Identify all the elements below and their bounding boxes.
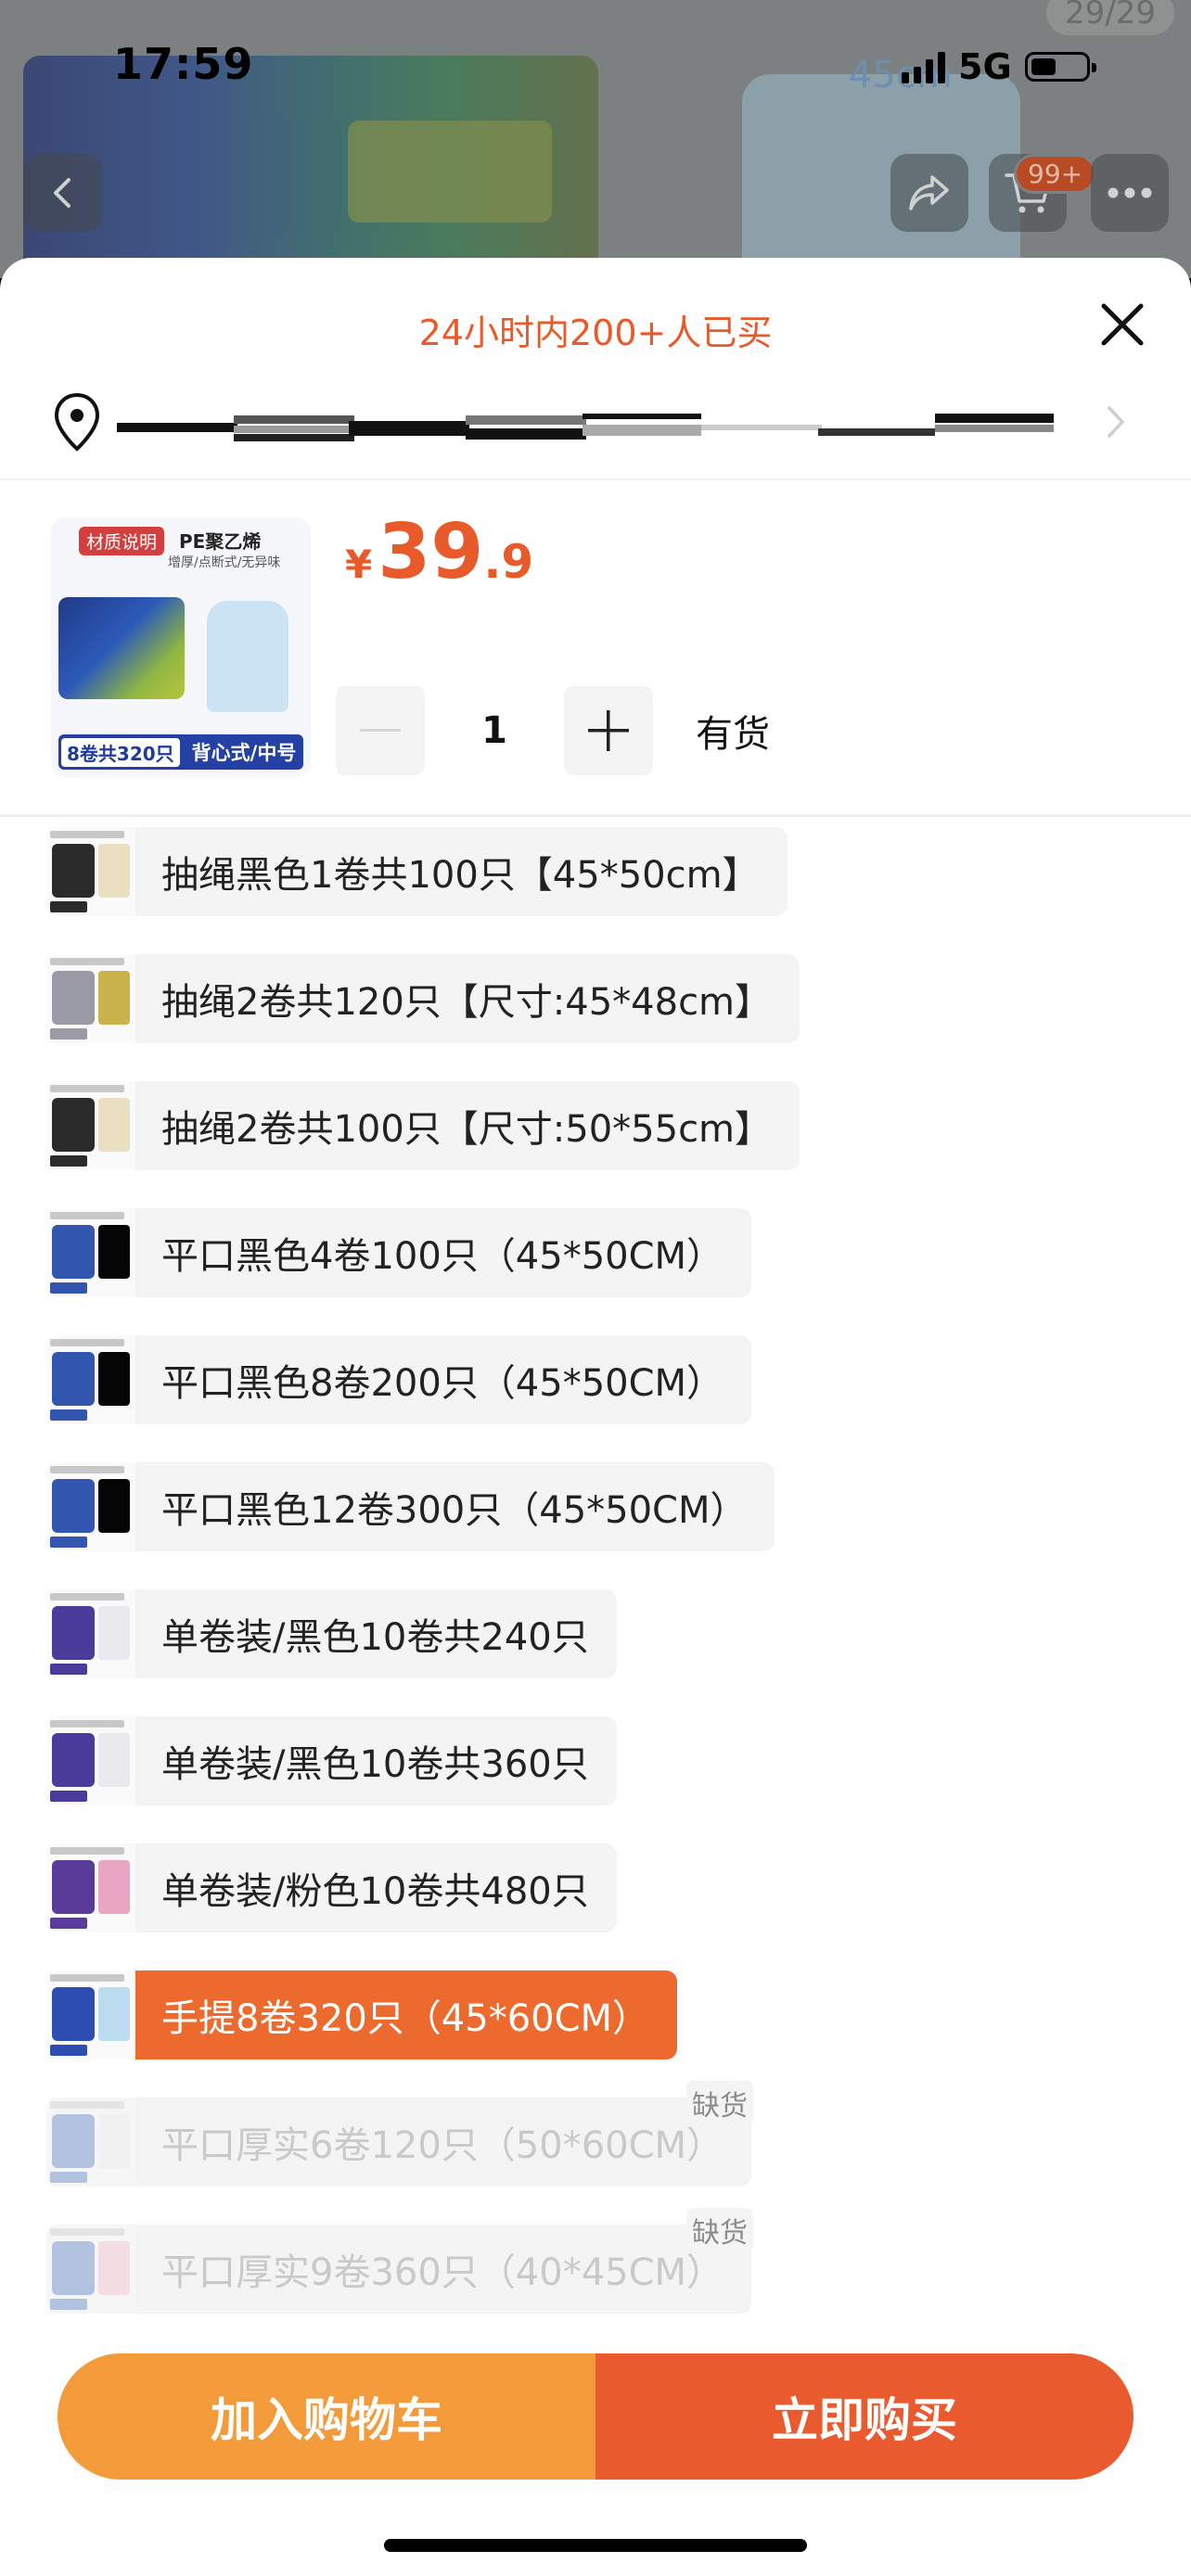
redacted-address	[117, 414, 1054, 441]
price-integer: 39	[378, 508, 484, 596]
home-indicator	[384, 2539, 807, 2552]
sku-option[interactable]: 平口黑色12卷300只（45*50CM）	[46, 1462, 775, 1551]
sku-option-label: 平口厚实6卷120只（50*60CM）	[161, 2124, 724, 2167]
sku-option-label: 抽绳2卷共120只【尺寸:45*48cm】	[161, 981, 773, 1024]
close-icon	[1101, 303, 1144, 346]
location-pin-icon	[54, 392, 100, 452]
more-button[interactable]	[1091, 154, 1169, 232]
increase-button[interactable]	[564, 686, 653, 775]
product-bag-image	[207, 601, 288, 712]
cart-count-badge: 99+	[1014, 154, 1097, 194]
close-button[interactable]	[1095, 297, 1150, 352]
sku-option-label: 平口厚实9卷360只（40*45CM）	[161, 2251, 724, 2294]
status-time: 17:59	[113, 39, 254, 89]
thumb-spec-bar: 8卷共320只 背心式/中号	[58, 734, 303, 770]
thumb-spec-type: 背心式/中号	[191, 742, 297, 764]
sku-option-thumbnail	[46, 1716, 135, 1805]
out-of-stock-badge: 缺货	[686, 2081, 754, 2125]
sku-option[interactable]: 抽绳2卷共100只【尺寸:50*55cm】	[46, 1081, 800, 1170]
share-icon	[909, 175, 949, 210]
sku-option-label: 抽绳黑色1卷共100只【45*50cm】	[161, 854, 760, 897]
more-dots-icon	[1108, 187, 1152, 198]
decrease-button[interactable]	[336, 686, 425, 775]
divider	[0, 814, 1191, 817]
sku-option-thumbnail	[46, 1970, 135, 2060]
battery-icon	[1024, 52, 1096, 82]
sku-option-thumbnail	[46, 1843, 135, 1932]
sku-option-label: 手提8卷320只（45*60CM）	[161, 1997, 650, 2040]
stock-status: 有货	[696, 713, 770, 756]
price: ¥ 39 .9	[345, 508, 533, 596]
sku-option[interactable]: 平口厚实9卷360只（40*45CM） 缺货	[46, 2208, 754, 2314]
out-of-stock-badge: 缺货	[686, 2208, 754, 2252]
sku-option[interactable]: 单卷装/黑色10卷共360只	[46, 1716, 617, 1805]
chevron-right-icon	[1108, 406, 1125, 438]
sku-option-thumbnail	[46, 954, 135, 1043]
sku-option-thumbnail	[46, 1208, 135, 1297]
sku-option-label: 单卷装/黑色10卷共360只	[161, 1743, 589, 1786]
action-bar: 加入购物车 立即购买	[58, 2353, 1133, 2480]
signal-icon	[902, 50, 945, 83]
sku-option-thumbnail	[46, 1462, 135, 1551]
share-button[interactable]	[890, 154, 968, 232]
sku-option-thumbnail	[46, 827, 135, 916]
image-counter: 29/29	[1046, 0, 1174, 35]
sku-option[interactable]: 抽绳黑色1卷共100只【45*50cm】	[46, 827, 788, 916]
material-name: PE聚乙烯	[179, 530, 262, 553]
quantity-value[interactable]: 1	[425, 709, 564, 752]
sku-option-thumbnail	[46, 1589, 135, 1678]
material-tag: 材质说明	[79, 527, 165, 555]
chevron-left-icon	[54, 178, 70, 208]
sku-option-thumbnail	[46, 1081, 135, 1170]
sku-option-label: 单卷装/黑色10卷共240只	[161, 1616, 589, 1659]
minus-icon	[360, 729, 401, 732]
material-features: 增厚/点断式/无异味	[168, 555, 281, 570]
quantity-stepper: 1 有货	[336, 686, 770, 775]
background-product-image	[23, 56, 598, 278]
sku-option[interactable]: 单卷装/黑色10卷共240只	[46, 1589, 617, 1678]
thumb-spec-count: 8卷共320只	[61, 737, 180, 767]
product-rolls-image	[58, 597, 185, 699]
network-label: 5G	[958, 46, 1012, 87]
add-to-cart-button[interactable]: 加入购物车	[58, 2353, 596, 2480]
status-indicators: 5G	[902, 46, 1096, 87]
recent-sales-text: 24小时内200+人已买	[418, 312, 773, 353]
divider	[0, 478, 1191, 480]
sku-option-label: 单卷装/粉色10卷共480只	[161, 1870, 589, 1913]
sku-option[interactable]: 平口厚实6卷120只（50*60CM） 缺货	[46, 2081, 754, 2187]
delivery-address-row[interactable]	[0, 378, 1191, 471]
sku-option-label: 抽绳2卷共100只【尺寸:50*55cm】	[161, 1108, 773, 1151]
selected-sku-thumbnail[interactable]: 材质说明 PE聚乙烯 增厚/点断式/无异味 8卷共320只 背心式/中号	[51, 517, 311, 777]
sku-option-thumbnail	[46, 1335, 135, 1424]
sku-option[interactable]: 抽绳2卷共120只【尺寸:45*48cm】	[46, 954, 800, 1043]
background-bag-image	[742, 74, 1020, 278]
sku-selector-sheet: 24小时内200+人已买 材质说明 PE聚乙烯 增厚/点断式/无异味 8卷共32…	[0, 258, 1191, 2576]
price-decimal: .9	[483, 535, 534, 589]
sku-option-thumbnail	[46, 2098, 135, 2187]
sku-option-label: 平口黑色4卷100只（45*50CM）	[161, 1235, 724, 1278]
sku-option-thumbnail	[46, 2225, 135, 2314]
buy-now-button[interactable]: 立即购买	[596, 2353, 1133, 2480]
sku-option[interactable]: 平口黑色4卷100只（45*50CM）	[46, 1208, 752, 1297]
sku-option-label: 平口黑色8卷200只（45*50CM）	[161, 1362, 724, 1405]
sku-option[interactable]: 手提8卷320只（45*60CM）	[46, 1970, 678, 2060]
price-currency: ¥	[345, 542, 373, 587]
sku-option[interactable]: 单卷装/粉色10卷共480只	[46, 1843, 617, 1932]
plus-icon	[588, 710, 629, 751]
sku-option[interactable]: 平口黑色8卷200只（45*50CM）	[46, 1335, 752, 1424]
sku-option-label: 平口黑色12卷300只（45*50CM）	[161, 1489, 748, 1532]
back-button[interactable]	[24, 154, 102, 232]
